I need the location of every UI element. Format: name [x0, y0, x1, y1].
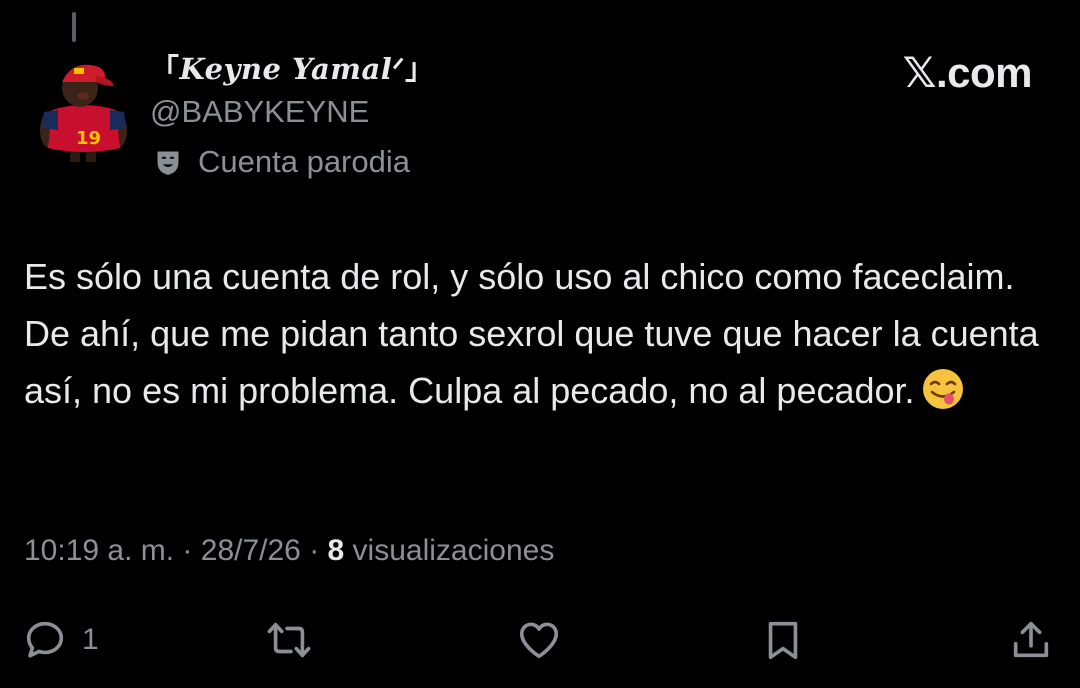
display-name-mark: ᐟ [392, 52, 406, 86]
views-label: visualizaciones [344, 534, 555, 567]
tweet-author-header: 「Keyne Yamalᐟ」 @BABYKEYNE Cuenta parodia [150, 50, 435, 182]
user-handle[interactable]: @BABYKEYNE [150, 94, 435, 130]
face-savoring-food-emoji [922, 369, 963, 409]
tweet-date[interactable]: 28/7/26 [201, 534, 301, 567]
reply-button[interactable]: 1 [22, 610, 99, 670]
retweet-icon [267, 622, 311, 658]
retweet-button[interactable] [266, 610, 312, 670]
share-button[interactable] [1008, 610, 1054, 670]
parody-account-label[interactable]: Cuenta parodia [150, 142, 435, 182]
display-name[interactable]: 「Keyne Yamalᐟ」 [150, 50, 435, 88]
share-icon [1013, 621, 1049, 658]
thread-connector-line [72, 12, 76, 42]
reply-icon [26, 621, 64, 658]
meta-separator: · [174, 534, 201, 567]
reply-count: 1 [82, 623, 99, 656]
tweet-meta: 10:19 a. m. · 28/7/26 · 8 visualizacione… [24, 534, 554, 568]
views-count: 8 [327, 534, 345, 567]
display-name-close-bracket: 」 [405, 52, 435, 86]
tweet-text: Es sólo una cuenta de rol, y sólo uso al… [24, 256, 1039, 411]
like-icon [519, 622, 559, 659]
display-name-text: Keyne Yamal [179, 52, 393, 86]
display-name-open-bracket: 「 [150, 52, 180, 86]
theater-masks-icon [157, 151, 179, 175]
avatar-jersey-number: 19 [76, 128, 101, 149]
tweet-body: Es sólo una cuenta de rol, y sólo uso al… [24, 248, 1054, 419]
like-button[interactable] [516, 610, 562, 670]
parody-label-text: Cuenta parodia [198, 144, 410, 179]
meta-separator: · [300, 534, 328, 567]
x-com-watermark: 𝕏.com [902, 49, 1033, 96]
tweet-time[interactable]: 10:19 a. m. [24, 534, 174, 567]
tweet-action-bar: 1 [0, 610, 1080, 670]
avatar[interactable]: 19 [34, 52, 134, 164]
bookmark-icon [768, 621, 798, 660]
bookmark-button[interactable] [760, 610, 806, 670]
